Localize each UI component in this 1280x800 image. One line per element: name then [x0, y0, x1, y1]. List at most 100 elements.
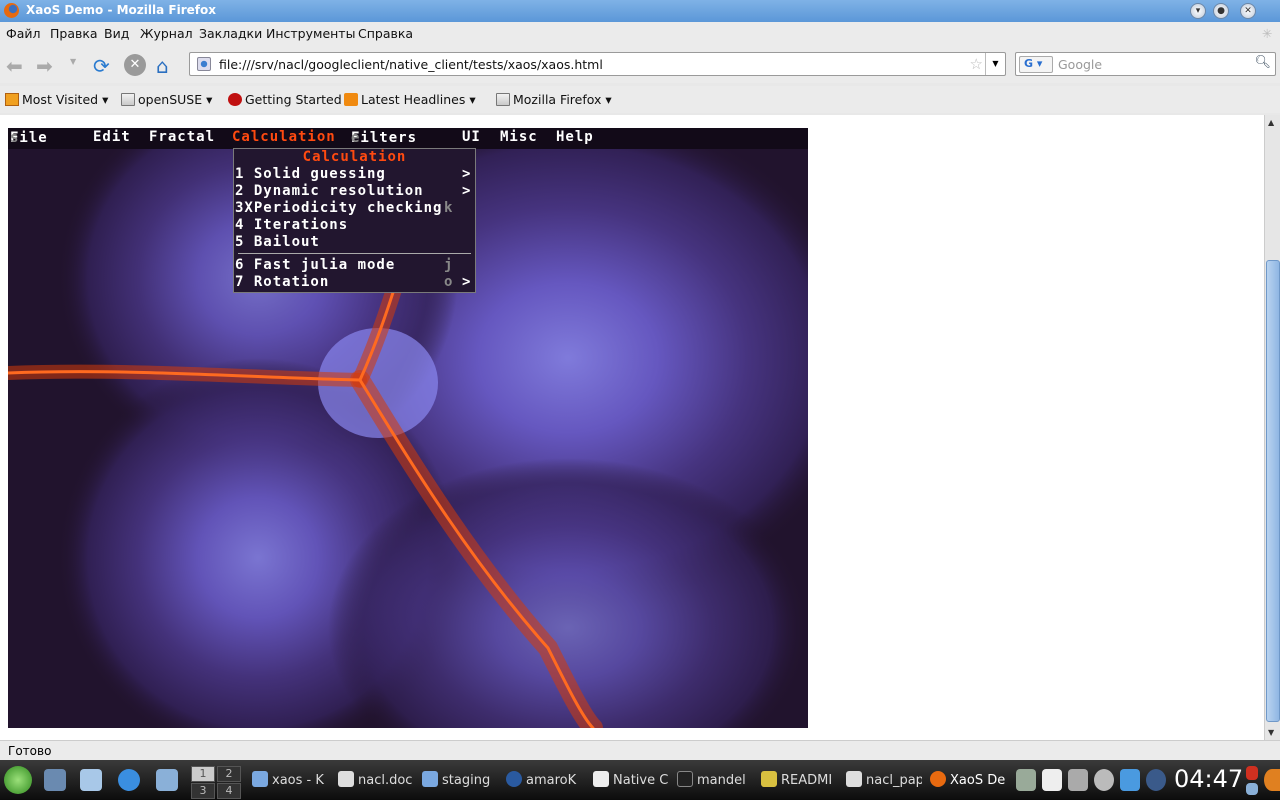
kate-icon [252, 771, 268, 787]
search-box[interactable]: G ▾ Google 🔍︎ [1015, 52, 1276, 76]
bookmark-label: Most Visited [22, 92, 99, 107]
menu-item-rotation[interactable]: 7 Rotation [235, 274, 329, 290]
search-icon[interactable]: 🔍︎ [1254, 55, 1271, 70]
reload-button[interactable]: ⟳ [93, 54, 115, 78]
task-staging[interactable]: staging [422, 771, 500, 788]
bookmark-getting-started[interactable]: Getting Started [228, 92, 342, 107]
show-desktop-icon[interactable] [44, 769, 66, 791]
status-bar: Готово [0, 740, 1280, 760]
item-label: 2 Dynamic resolution [235, 183, 424, 199]
forward-button[interactable]: ➡ [36, 54, 58, 78]
menu-item-iterations[interactable]: 4 Iterations [235, 217, 348, 233]
xaos-menu-fractal[interactable]: Fractal [149, 129, 215, 145]
xaos-menu-edit[interactable]: Edit [93, 129, 131, 145]
menu-help[interactable]: Справка [358, 26, 413, 41]
task-label: READMI [781, 773, 833, 788]
desktop-2[interactable]: 2 [217, 766, 241, 782]
bookmark-most-visited[interactable]: Most Visited ▾ [5, 92, 108, 107]
item-label: 4 Iterations [235, 217, 349, 233]
page-icon [197, 57, 211, 71]
editor-icon [761, 771, 777, 787]
menu-item-fast-julia-mode[interactable]: 6 Fast julia mode [235, 257, 395, 273]
xaos-menu-help[interactable]: Help [556, 129, 594, 145]
throbber-icon: ✳ [1262, 26, 1273, 41]
url-text[interactable]: file:///srv/nacl/googleclient/native_cli… [219, 57, 603, 72]
task-label: nacl_pap [866, 773, 922, 788]
bookmark-label: Mozilla Firefox [513, 92, 602, 107]
menu-history[interactable]: Журнал [140, 26, 193, 41]
search-engine-label: G [1024, 57, 1034, 70]
task-native-client[interactable]: Native C [593, 771, 671, 788]
desktop-4[interactable]: 4 [217, 783, 241, 799]
amarok-tray-icon[interactable] [1146, 769, 1166, 791]
menu-bookmarks[interactable]: Закладки [199, 26, 262, 41]
bookmark-mozilla-firefox[interactable]: Mozilla Firefox ▾ [496, 92, 612, 107]
menu-item-periodicity-checking[interactable]: 3XPeriodicity checking [235, 200, 442, 216]
menu-item-dynamic-resolution[interactable]: 2 Dynamic resolution [235, 183, 424, 199]
folder-icon [422, 771, 438, 787]
dropdown-title: Calculation [302, 149, 407, 165]
scrollbar-thumb[interactable] [1266, 260, 1280, 722]
dashboard-icon[interactable] [1264, 769, 1280, 791]
task-readme[interactable]: READMI [761, 771, 839, 788]
task-amarok[interactable]: amaroK [506, 771, 586, 788]
file-manager-icon[interactable] [80, 769, 102, 791]
vertical-scrollbar[interactable]: ▲ ▼ [1264, 115, 1280, 740]
history-dropdown[interactable]: ▼ [70, 57, 92, 79]
tray-icon[interactable] [1246, 766, 1258, 780]
network-icon[interactable] [1068, 769, 1088, 791]
minimize-button[interactable]: ▾ [1190, 3, 1206, 19]
home-button[interactable]: ⌂ [156, 54, 178, 78]
web-browser-icon[interactable] [118, 769, 140, 791]
desktop-1[interactable]: 1 [191, 766, 215, 782]
start-menu-button[interactable] [4, 766, 32, 794]
xaos-fractal-viewer[interactable]: File s Edit Fractal Calculation Filters e … [8, 128, 808, 728]
desktop-3[interactable]: 3 [191, 783, 215, 799]
url-dropdown[interactable]: ▼ [985, 53, 1005, 75]
task-label: xaos - K [272, 773, 324, 788]
updater-icon[interactable] [1094, 769, 1114, 791]
search-engine-selector[interactable]: G ▾ [1019, 56, 1053, 73]
task-nacl-paper[interactable]: nacl_pap [846, 771, 922, 788]
scroll-up-arrow[interactable]: ▲ [1268, 118, 1274, 127]
menu-tools[interactable]: Инструменты [266, 26, 355, 41]
menu-item-solid-guessing[interactable]: 1 Solid guessing [235, 166, 386, 182]
task-xaos-demo[interactable]: XaoS De [930, 771, 1006, 788]
task-label: amaroK [526, 773, 577, 788]
scroll-down-arrow[interactable]: ▼ [1268, 728, 1274, 737]
menu-item-bailout[interactable]: 5 Bailout [235, 234, 320, 250]
stop-button[interactable]: ✕ [124, 54, 146, 76]
close-button[interactable]: ✕ [1240, 3, 1256, 19]
task-mandel[interactable]: mandel [677, 771, 755, 788]
bookmark-latest-headlines[interactable]: Latest Headlines ▾ [344, 92, 476, 107]
menu-edit[interactable]: Правка [50, 26, 98, 41]
menu-view[interactable]: Вид [104, 26, 129, 41]
menu-file[interactable]: Файл [6, 26, 41, 41]
app-icon [593, 771, 609, 787]
tray-icon[interactable] [1246, 783, 1258, 795]
xaos-menu-ui[interactable]: UI [462, 129, 481, 145]
folder-icon [496, 93, 510, 106]
xaos-menu-misc[interactable]: Misc [500, 129, 538, 145]
download-icon[interactable] [1120, 769, 1140, 791]
firefox-bookmark-icon [228, 93, 242, 106]
xaos-menu-calculation[interactable]: Calculation [232, 129, 336, 145]
clock[interactable]: 04:47 [1174, 765, 1243, 793]
bookmark-opensuse[interactable]: openSUSE ▾ [121, 92, 212, 107]
url-bar[interactable]: file:///srv/nacl/googleclient/native_cli… [189, 52, 1006, 76]
clipboard-icon[interactable] [1042, 769, 1062, 791]
back-button[interactable]: ⬅ [6, 54, 28, 78]
maximize-button[interactable]: ● [1213, 3, 1229, 19]
system-icon[interactable] [156, 769, 178, 791]
submenu-arrow-icon: > [462, 274, 472, 290]
task-label: mandel [697, 773, 746, 788]
bookmark-label: openSUSE [138, 92, 203, 107]
rss-icon [344, 93, 358, 106]
search-input[interactable]: Google [1058, 57, 1102, 72]
window-title: XaoS Demo - Mozilla Firefox [26, 3, 216, 17]
task-xaos[interactable]: xaos - K [252, 771, 332, 788]
bookmark-label: Getting Started [245, 92, 342, 107]
task-nacl-doc[interactable]: nacl.doc [338, 771, 416, 788]
bookmark-star-icon[interactable]: ☆ [970, 55, 983, 73]
volume-icon[interactable] [1016, 769, 1036, 791]
